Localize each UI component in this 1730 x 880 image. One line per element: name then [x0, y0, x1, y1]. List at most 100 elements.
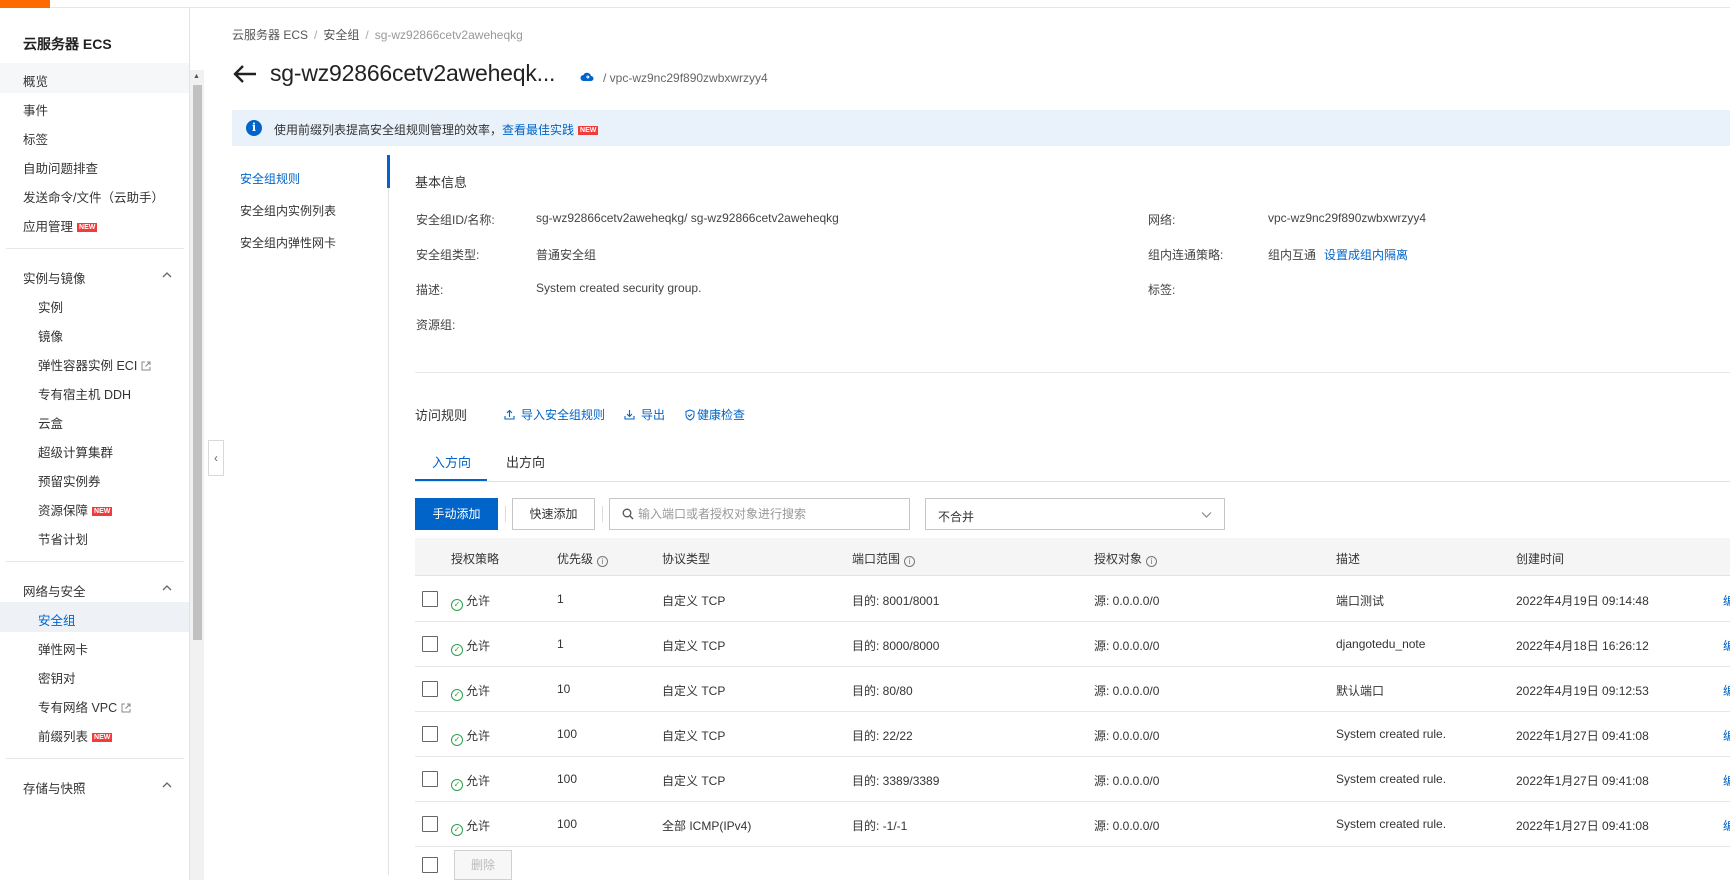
notice-text: 使用前缀列表提高安全组规则管理的效率，查看最佳实践 NEW	[274, 121, 599, 138]
sidebar-item-tags[interactable]: 标签	[23, 129, 48, 148]
priority-cell: 1	[557, 592, 564, 606]
quick-add-button[interactable]: 快速添加	[512, 498, 595, 530]
protocol-cell: 自定义 TCP	[662, 639, 726, 653]
sidebar-item-overview[interactable]: 概览	[23, 71, 48, 90]
row-action-link[interactable]: 编	[1723, 772, 1730, 786]
back-arrow-icon[interactable]	[232, 62, 258, 86]
policy-cell: ✓ 允许	[451, 682, 490, 701]
chevron-down-icon	[1201, 512, 1212, 518]
column-header-port: 端口范围	[852, 552, 901, 566]
policy-value: 允许	[466, 774, 491, 788]
row-action-link[interactable]: 编	[1723, 727, 1730, 741]
policy-value: 组内互通	[1268, 248, 1317, 262]
export-link[interactable]: 导出	[624, 406, 665, 423]
tab-outbound[interactable]: 出方向	[506, 452, 545, 471]
sidebar-item-ddh[interactable]: 专有宿主机 DDH	[38, 384, 131, 403]
scroll-up-icon[interactable]: ▲	[193, 73, 200, 80]
info-icon[interactable]: i	[597, 556, 609, 567]
table-footer: 删除	[415, 850, 1730, 880]
basic-info-title: 基本信息	[415, 175, 468, 190]
sidebar-item-cloud-assistant[interactable]: 发送命令/文件（云助手）	[23, 187, 164, 206]
priority-cell: 1	[557, 637, 564, 651]
merge-select-value: 不合并	[938, 510, 975, 524]
row-action-link[interactable]: 编	[1723, 817, 1730, 831]
import-rules-link[interactable]: 导入安全组规则	[504, 406, 605, 423]
row-action-link[interactable]: 编	[1723, 637, 1730, 651]
subnav-eni-list[interactable]: 安全组内弹性网卡	[240, 234, 336, 251]
sidebar-item-super-computing[interactable]: 超级计算集群	[38, 442, 113, 461]
cloud-sync-icon[interactable]	[580, 71, 594, 83]
sidebar-item-troubleshoot[interactable]: 自助问题排查	[23, 158, 98, 177]
best-practice-link[interactable]: 查看最佳实践	[502, 123, 574, 137]
row-checkbox[interactable]	[422, 636, 438, 652]
sidebar-item-reserved-instances[interactable]: 预留实例券	[38, 471, 101, 490]
sidebar-item-eni[interactable]: 弹性网卡	[38, 639, 88, 658]
resource-group-label: 资源组:	[416, 318, 456, 332]
sidebar-item-app-management[interactable]: 应用管理 NEW	[23, 216, 98, 235]
section-divider	[415, 372, 1730, 373]
row-action-link[interactable]: 编	[1723, 592, 1730, 606]
sidebar-group-instances[interactable]: 实例与镜像	[23, 268, 86, 287]
merge-select[interactable]: 不合并	[925, 498, 1225, 530]
desc-cell: 端口测试	[1336, 594, 1385, 608]
new-badge: NEW	[77, 223, 98, 232]
chevron-up-icon[interactable]	[162, 270, 172, 280]
info-icon: i	[246, 120, 262, 136]
port-cell: 目的: 80/80	[852, 684, 913, 698]
sidebar-item-label: 弹性容器实例 ECI	[38, 359, 138, 373]
export-label: 导出	[641, 408, 666, 422]
header-vpc: / vpc-wz9nc29f890zwbxwrzyy4	[603, 71, 768, 85]
row-checkbox[interactable]	[422, 771, 438, 787]
source-cell: 源: 0.0.0.0/0	[1094, 774, 1160, 788]
policy-cell: ✓ 允许	[451, 817, 490, 836]
info-icon[interactable]: i	[904, 556, 916, 567]
row-checkbox[interactable]	[422, 726, 438, 742]
sidebar-item-security-group[interactable]: 安全组	[38, 610, 76, 629]
select-all-checkbox[interactable]	[422, 857, 438, 873]
breadcrumb-ecs[interactable]: 云服务器 ECS	[232, 28, 308, 42]
tab-inbound[interactable]: 入方向	[432, 452, 471, 471]
row-checkbox[interactable]	[422, 591, 438, 607]
rules-title: 访问规则	[415, 408, 468, 423]
breadcrumb-security-group[interactable]: 安全组	[323, 28, 359, 42]
sg-type-value: 普通安全组	[536, 248, 597, 262]
sidebar-divider	[6, 758, 184, 759]
subnav-security-rules[interactable]: 安全组规则	[240, 170, 300, 187]
row-checkbox[interactable]	[422, 816, 438, 832]
sidebar-item-savings-plan[interactable]: 节省计划	[38, 529, 88, 548]
sidebar: 云服务器 ECS 概览 事件 标签 自助问题排查 发送命令/文件（云助手） 应用…	[0, 8, 190, 880]
sidebar-item-prefix-lists[interactable]: 前缀列表 NEW	[38, 726, 113, 745]
health-check-link[interactable]: 健康检查	[684, 406, 745, 423]
info-icon[interactable]: i	[1146, 556, 1158, 567]
sidebar-item-resource-guarantee[interactable]: 资源保障 NEW	[38, 500, 113, 519]
chevron-up-icon[interactable]	[162, 780, 172, 790]
sidebar-item-events[interactable]: 事件	[23, 100, 48, 119]
sidebar-scrollbar-thumb[interactable]	[193, 85, 202, 640]
breadcrumb-current: sg-wz92866cetv2aweheqkg	[374, 28, 523, 42]
created-cell: 2022年1月27日 09:41:08	[1516, 729, 1649, 743]
created-cell: 2022年4月18日 16:26:12	[1516, 639, 1649, 653]
protocol-cell: 自定义 TCP	[662, 774, 726, 788]
table-row: ✓ 允许 10 自定义 TCP 目的: 80/80 源: 0.0.0.0/0 默认…	[415, 667, 1730, 712]
sidebar-item-instances[interactable]: 实例	[38, 297, 63, 316]
tabs-baseline	[415, 481, 1730, 482]
sidebar-group-network[interactable]: 网络与安全	[23, 581, 86, 600]
chevron-up-icon[interactable]	[162, 583, 172, 593]
sidebar-item-eci[interactable]: 弹性容器实例 ECI	[38, 355, 151, 374]
search-input[interactable]	[638, 505, 898, 523]
policy-value: 允许	[466, 594, 491, 608]
check-circle-icon: ✓	[451, 734, 463, 746]
row-action-link[interactable]: 编	[1723, 682, 1730, 696]
new-badge: NEW	[92, 507, 113, 516]
source-cell: 源: 0.0.0.0/0	[1094, 819, 1160, 833]
sidebar-item-images[interactable]: 镜像	[38, 326, 63, 345]
subnav-instance-list[interactable]: 安全组内实例列表	[240, 202, 336, 219]
sidebar-item-vpc[interactable]: 专有网络 VPC	[38, 697, 131, 716]
manual-add-button[interactable]: 手动添加	[415, 498, 498, 530]
row-checkbox[interactable]	[422, 681, 438, 697]
sidebar-item-key-pairs[interactable]: 密钥对	[38, 668, 76, 687]
set-isolation-link[interactable]: 设置成组内隔离	[1324, 248, 1408, 262]
delete-button[interactable]: 删除	[454, 850, 512, 880]
sidebar-group-storage[interactable]: 存储与快照	[23, 778, 86, 797]
sidebar-item-cloud-box[interactable]: 云盒	[38, 413, 63, 432]
